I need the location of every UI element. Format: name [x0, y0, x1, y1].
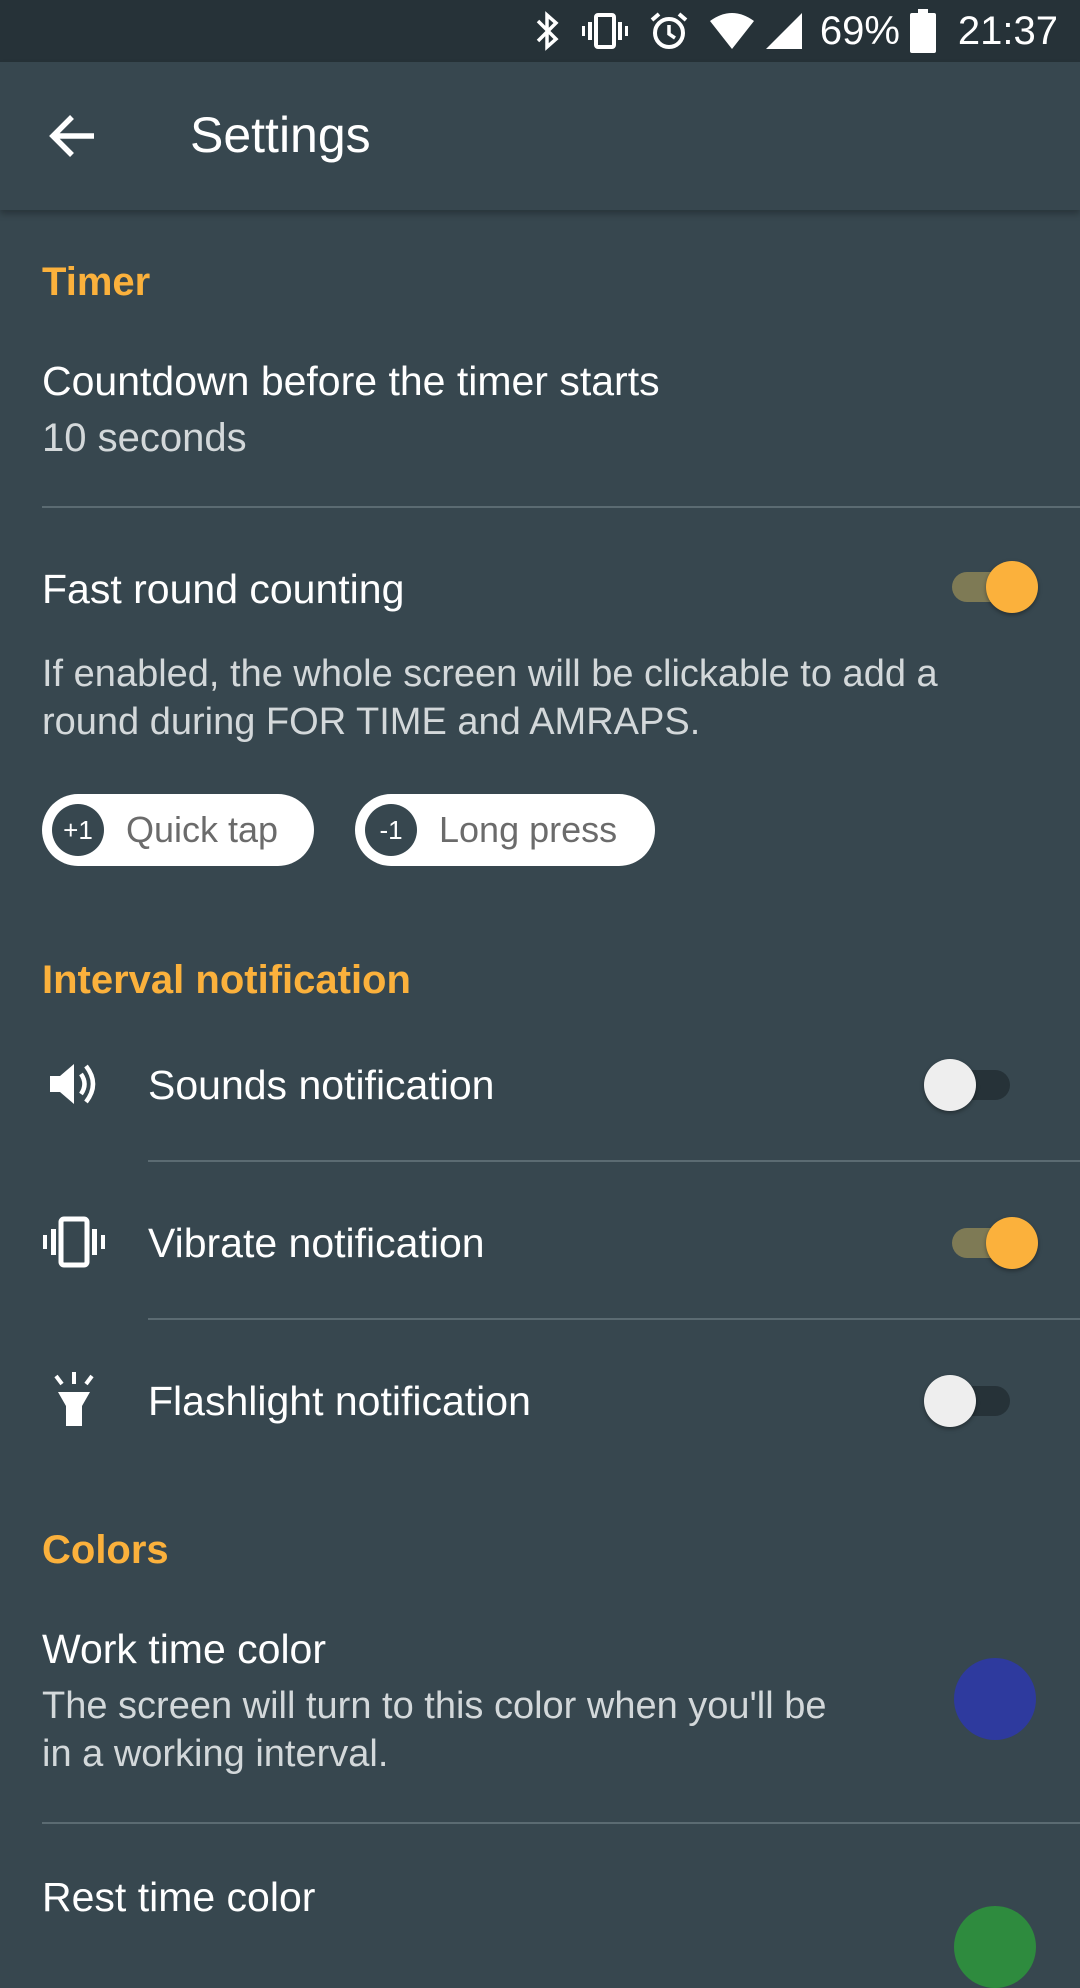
flashlight-notification-label: Flashlight notification — [148, 1378, 531, 1424]
countdown-value: 10 seconds — [42, 416, 247, 460]
app-bar: Settings — [0, 62, 1080, 210]
countdown-title: Countdown before the timer starts — [42, 358, 660, 404]
volume-icon — [44, 1054, 104, 1114]
section-header-colors: Colors — [42, 1528, 169, 1572]
alarm-icon — [648, 10, 690, 52]
flashlight-icon — [44, 1370, 104, 1430]
section-header-interval: Interval notification — [42, 958, 411, 1002]
work-time-color-description-line2: in a working interval. — [42, 1733, 389, 1775]
rest-color-swatch[interactable] — [954, 1906, 1036, 1988]
bluetooth-icon — [534, 11, 562, 51]
rest-time-color-title: Rest time color — [42, 1874, 316, 1920]
fast-round-description-line2: round during FOR TIME and AMRAPS. — [42, 701, 701, 743]
vibrate-icon — [581, 11, 628, 51]
vibrate-icon — [42, 1212, 105, 1272]
fast-round-title: Fast round counting — [42, 566, 405, 612]
vibrate-notification-toggle[interactable] — [946, 1212, 1038, 1272]
divider — [42, 506, 1080, 508]
battery-icon — [909, 9, 936, 53]
wifi-icon — [708, 11, 756, 51]
status-icons: 69% 21:37 — [534, 0, 1058, 62]
arrow-back-icon — [49, 115, 94, 157]
back-button[interactable] — [42, 104, 106, 168]
divider — [148, 1160, 1080, 1162]
flashlight-notification-toggle[interactable] — [924, 1370, 1016, 1430]
work-color-swatch[interactable] — [954, 1658, 1036, 1740]
signal-icon — [764, 11, 804, 51]
chip-badge: -1 — [365, 804, 417, 856]
quick-tap-chip: +1 Quick tap — [42, 794, 314, 866]
clock: 21:37 — [957, 8, 1058, 53]
work-time-color-description-line1: The screen will turn to this color when … — [42, 1685, 827, 1727]
chip-label: Quick tap — [126, 809, 279, 850]
section-header-timer: Timer — [42, 260, 151, 304]
page-title: Settings — [190, 107, 371, 163]
work-time-color-title: Work time color — [42, 1626, 327, 1672]
chip-badge: +1 — [52, 804, 104, 856]
status-bar: 69% 21:37 — [0, 0, 1080, 62]
divider — [42, 1822, 1080, 1824]
divider — [148, 1318, 1080, 1320]
vibrate-notification-label: Vibrate notification — [148, 1220, 485, 1266]
sounds-notification-toggle[interactable] — [924, 1054, 1016, 1114]
fast-round-description-line1: If enabled, the whole screen will be cli… — [42, 653, 938, 695]
sounds-notification-label: Sounds notification — [148, 1062, 495, 1108]
battery-percent: 69% — [819, 8, 900, 53]
fast-round-toggle[interactable] — [946, 556, 1038, 616]
long-press-chip: -1 Long press — [355, 794, 655, 866]
chip-label: Long press — [439, 809, 618, 850]
